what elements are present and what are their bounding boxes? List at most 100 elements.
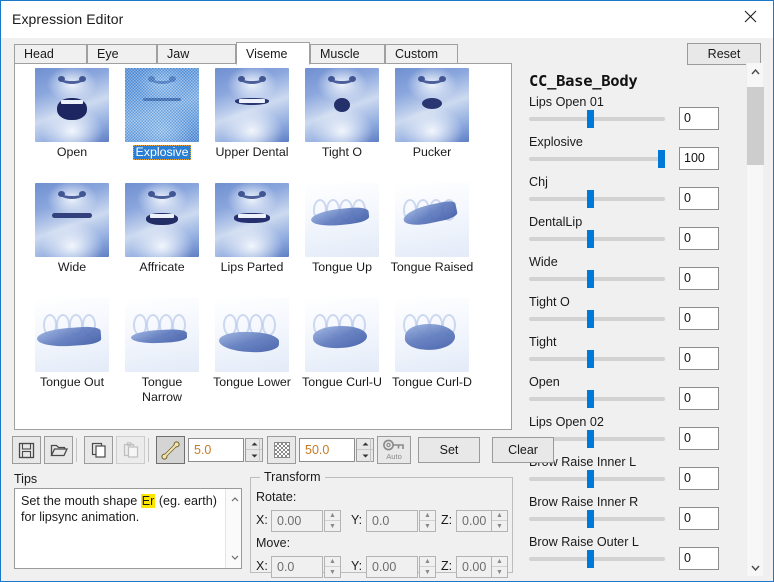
viseme-thumbnail[interactable] xyxy=(305,183,379,257)
slider-panel-scrollbar[interactable] xyxy=(746,63,764,576)
slider-value-input[interactable]: 0 xyxy=(679,107,719,130)
tips-scroll-down-arrow[interactable] xyxy=(226,549,243,566)
stepper-down-icon[interactable]: ▼ xyxy=(492,521,507,531)
viseme-thumbnail[interactable] xyxy=(305,68,379,142)
move-x-stepper[interactable]: ▲ ▼ xyxy=(324,556,341,578)
brush-strength-input[interactable]: 5.0 xyxy=(188,438,244,462)
tips-scroll-up-arrow[interactable] xyxy=(226,491,243,508)
slider-thumb[interactable] xyxy=(587,350,595,368)
brush-size-stepper[interactable] xyxy=(356,438,374,462)
slider-track[interactable] xyxy=(529,350,665,368)
slider-value-input[interactable]: 0 xyxy=(679,427,719,450)
viseme-item-tongue-lower[interactable]: Tongue Lower xyxy=(207,294,297,409)
clear-button[interactable]: Clear xyxy=(492,437,554,463)
slider-value-input[interactable]: 0 xyxy=(679,267,719,290)
slider-track[interactable] xyxy=(529,550,665,568)
slider-value-input[interactable]: 0 xyxy=(679,387,719,410)
slider-thumb[interactable] xyxy=(657,150,665,168)
slider-thumb[interactable] xyxy=(587,270,595,288)
stepper-up-icon[interactable]: ▲ xyxy=(325,511,340,521)
scrollbar-thumb[interactable] xyxy=(747,87,764,165)
viseme-thumbnail[interactable] xyxy=(395,68,469,142)
save-button[interactable] xyxy=(12,436,41,464)
slider-track[interactable] xyxy=(529,470,665,488)
stepper-up-icon[interactable]: ▲ xyxy=(420,511,435,521)
slider-thumb[interactable] xyxy=(587,470,595,488)
tab-jaw[interactable]: Jaw xyxy=(157,44,236,64)
viseme-item-open[interactable]: Open xyxy=(27,64,117,179)
slider-track[interactable] xyxy=(529,270,665,288)
slider-thumb[interactable] xyxy=(587,230,595,248)
slider-thumb[interactable] xyxy=(587,310,595,328)
viseme-item-tongue-out[interactable]: Tongue Out xyxy=(27,294,117,409)
viseme-item-tongue-raised[interactable]: Tongue Raised xyxy=(387,179,477,294)
slider-thumb[interactable] xyxy=(587,510,595,528)
stepper-up-icon[interactable]: ▲ xyxy=(420,557,435,567)
viseme-item-tight-o[interactable]: Tight O xyxy=(297,64,387,179)
viseme-thumbnail[interactable] xyxy=(35,183,109,257)
viseme-item-affricate[interactable]: Affricate xyxy=(117,179,207,294)
scroll-up-arrow[interactable] xyxy=(747,63,764,80)
viseme-thumbnail[interactable] xyxy=(395,183,469,257)
tab-muscle[interactable]: Muscle xyxy=(310,44,385,64)
stepper-up-icon[interactable]: ▲ xyxy=(492,557,507,567)
stepper-down-icon[interactable]: ▼ xyxy=(492,567,507,577)
tab-viseme[interactable]: Viseme xyxy=(236,42,310,65)
slider-track[interactable] xyxy=(529,510,665,528)
stepper-up-icon[interactable]: ▲ xyxy=(325,557,340,567)
viseme-thumbnail[interactable] xyxy=(395,298,469,372)
viseme-item-tongue-curl-d[interactable]: Tongue Curl-D xyxy=(387,294,477,409)
copy-button[interactable] xyxy=(84,436,113,464)
viseme-item-lips-parted[interactable]: Lips Parted xyxy=(207,179,297,294)
tab-head[interactable]: Head xyxy=(14,44,87,64)
slider-value-input[interactable]: 0 xyxy=(679,227,719,250)
slider-track[interactable] xyxy=(529,390,665,408)
stepper-up-icon[interactable]: ▲ xyxy=(492,511,507,521)
slider-track[interactable] xyxy=(529,190,665,208)
viseme-thumbnail[interactable] xyxy=(215,298,289,372)
brush-size-input[interactable]: 50.0 xyxy=(299,438,355,462)
slider-track[interactable] xyxy=(529,230,665,248)
viseme-item-tongue-up[interactable]: Tongue Up xyxy=(297,179,387,294)
rotate-y-input[interactable]: 0.0 xyxy=(366,510,418,532)
move-y-stepper[interactable]: ▲ ▼ xyxy=(419,556,436,578)
viseme-thumbnail[interactable] xyxy=(125,298,199,372)
slider-value-input[interactable]: 0 xyxy=(679,307,719,330)
slider-track[interactable] xyxy=(529,310,665,328)
auto-key-button[interactable]: Auto xyxy=(377,436,411,464)
rotate-x-stepper[interactable]: ▲ ▼ xyxy=(324,510,341,532)
tab-custom[interactable]: Custom xyxy=(385,44,458,64)
slider-value-input[interactable]: 0 xyxy=(679,187,719,210)
slider-value-input[interactable]: 100 xyxy=(679,147,719,170)
stepper-down-icon[interactable]: ▼ xyxy=(420,567,435,577)
brush-strength-stepper[interactable] xyxy=(245,438,263,462)
stepper-down-icon[interactable]: ▼ xyxy=(420,521,435,531)
slider-thumb[interactable] xyxy=(587,190,595,208)
slider-thumb[interactable] xyxy=(587,550,595,568)
stepper-down-icon[interactable]: ▼ xyxy=(325,521,340,531)
slider-value-input[interactable]: 0 xyxy=(679,547,719,570)
scroll-down-arrow[interactable] xyxy=(747,559,764,576)
rotate-x-input[interactable]: 0.00 xyxy=(271,510,323,532)
slider-value-input[interactable]: 0 xyxy=(679,467,719,490)
slider-thumb[interactable] xyxy=(587,390,595,408)
viseme-thumbnail[interactable] xyxy=(305,298,379,372)
viseme-thumbnail[interactable] xyxy=(215,183,289,257)
slider-thumb[interactable] xyxy=(587,430,595,448)
reset-button[interactable]: Reset xyxy=(687,43,761,65)
viseme-thumbnail[interactable] xyxy=(125,183,199,257)
viseme-item-explosive[interactable]: Explosive xyxy=(117,64,207,179)
checker-button[interactable] xyxy=(267,436,296,464)
viseme-item-upper-dental[interactable]: Upper Dental xyxy=(207,64,297,179)
stepper-down-icon[interactable]: ▼ xyxy=(325,567,340,577)
tab-eye[interactable]: Eye xyxy=(87,44,157,64)
close-button[interactable] xyxy=(727,1,773,31)
bone-tool-button[interactable] xyxy=(156,436,185,464)
move-z-stepper[interactable]: ▲ ▼ xyxy=(491,556,508,578)
set-button[interactable]: Set xyxy=(418,437,480,463)
viseme-thumbnail[interactable] xyxy=(35,298,109,372)
slider-track[interactable] xyxy=(529,110,665,128)
viseme-thumbnail[interactable] xyxy=(35,68,109,142)
slider-value-input[interactable]: 0 xyxy=(679,347,719,370)
paste-button[interactable] xyxy=(116,436,145,464)
